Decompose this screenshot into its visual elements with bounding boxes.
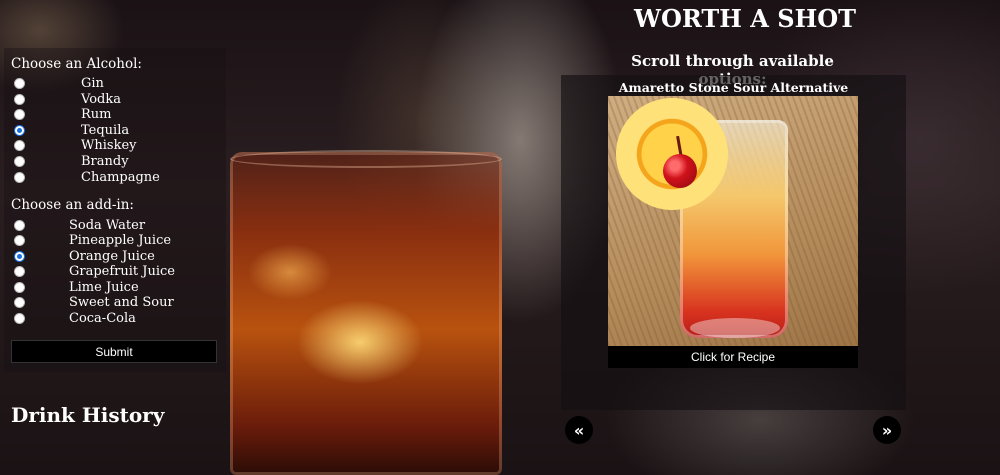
alcohol-option-whiskey[interactable]: Whiskey [14,138,214,153]
alcohol-option-rum[interactable]: Rum [14,107,214,122]
radio-tequila[interactable] [14,125,25,136]
addin-group-label: Choose an add-in: [11,197,134,213]
radio-whiskey[interactable] [14,140,25,151]
radio-grapefruit-juice[interactable] [14,266,25,277]
addin-option-soda-water[interactable]: Soda Water [14,218,214,233]
submit-button[interactable]: Submit [11,340,217,363]
glass-base [690,318,780,338]
addin-option-coca-cola[interactable]: Coca-Cola [14,311,214,326]
addin-option-lime-juice[interactable]: Lime Juice [14,280,214,295]
radio-sweet-and-sour[interactable] [14,297,25,308]
alcohol-option-label: Gin [81,76,104,91]
addin-option-label: Grapefruit Juice [69,264,175,279]
alcohol-option-vodka[interactable]: Vodka [14,92,214,107]
prev-arrow-icon[interactable]: « [565,416,593,444]
addin-option-label: Soda Water [69,218,146,233]
radio-orange-juice[interactable] [14,251,25,262]
alcohol-option-label: Tequila [81,123,130,138]
recipe-button[interactable]: Click for Recipe [608,346,858,368]
cherry [663,154,697,188]
background-glass-rim [230,150,502,168]
radio-lime-juice[interactable] [14,282,25,293]
addin-option-label: Sweet and Sour [69,295,174,310]
addin-option-grapefruit-juice[interactable]: Grapefruit Juice [14,264,214,279]
drink-name: Amaretto Stone Sour Alternative [618,80,849,95]
alcohol-group-label: Choose an Alcohol: [11,56,142,72]
drink-image[interactable] [608,96,858,346]
addin-option-label: Lime Juice [69,280,139,295]
alcohol-option-label: Rum [81,107,112,122]
alcohol-option-label: Whiskey [81,138,137,153]
radio-vodka[interactable] [14,94,25,105]
addin-option-pineapple-juice[interactable]: Pineapple Juice [14,233,214,248]
alcohol-option-label: Champagne [81,170,160,185]
drink-history-heading: Drink History [11,403,165,427]
alcohol-option-tequila[interactable]: Tequila [14,123,214,138]
radio-rum[interactable] [14,109,25,120]
alcohol-option-gin[interactable]: Gin [14,76,214,91]
addin-option-sweet-and-sour[interactable]: Sweet and Sour [14,295,214,310]
background-whiskey-glass [230,152,502,475]
alcohol-option-champagne[interactable]: Champagne [14,170,214,185]
radio-gin[interactable] [14,78,25,89]
addin-option-label: Coca-Cola [69,311,136,326]
page-title: WORTH A SHOT [633,4,857,33]
alcohol-option-label: Brandy [81,154,129,169]
addin-option-label: Pineapple Juice [69,233,172,248]
next-arrow-icon[interactable]: » [873,416,901,444]
radio-brandy[interactable] [14,156,25,167]
alcohol-option-label: Vodka [81,92,121,107]
alcohol-option-brandy[interactable]: Brandy [14,154,214,169]
radio-pineapple-juice[interactable] [14,235,25,246]
radio-coca-cola[interactable] [14,313,25,324]
addin-option-orange-juice[interactable]: Orange Juice [14,249,214,264]
radio-soda-water[interactable] [14,220,25,231]
addin-option-label: Orange Juice [69,249,155,264]
radio-champagne[interactable] [14,172,25,183]
